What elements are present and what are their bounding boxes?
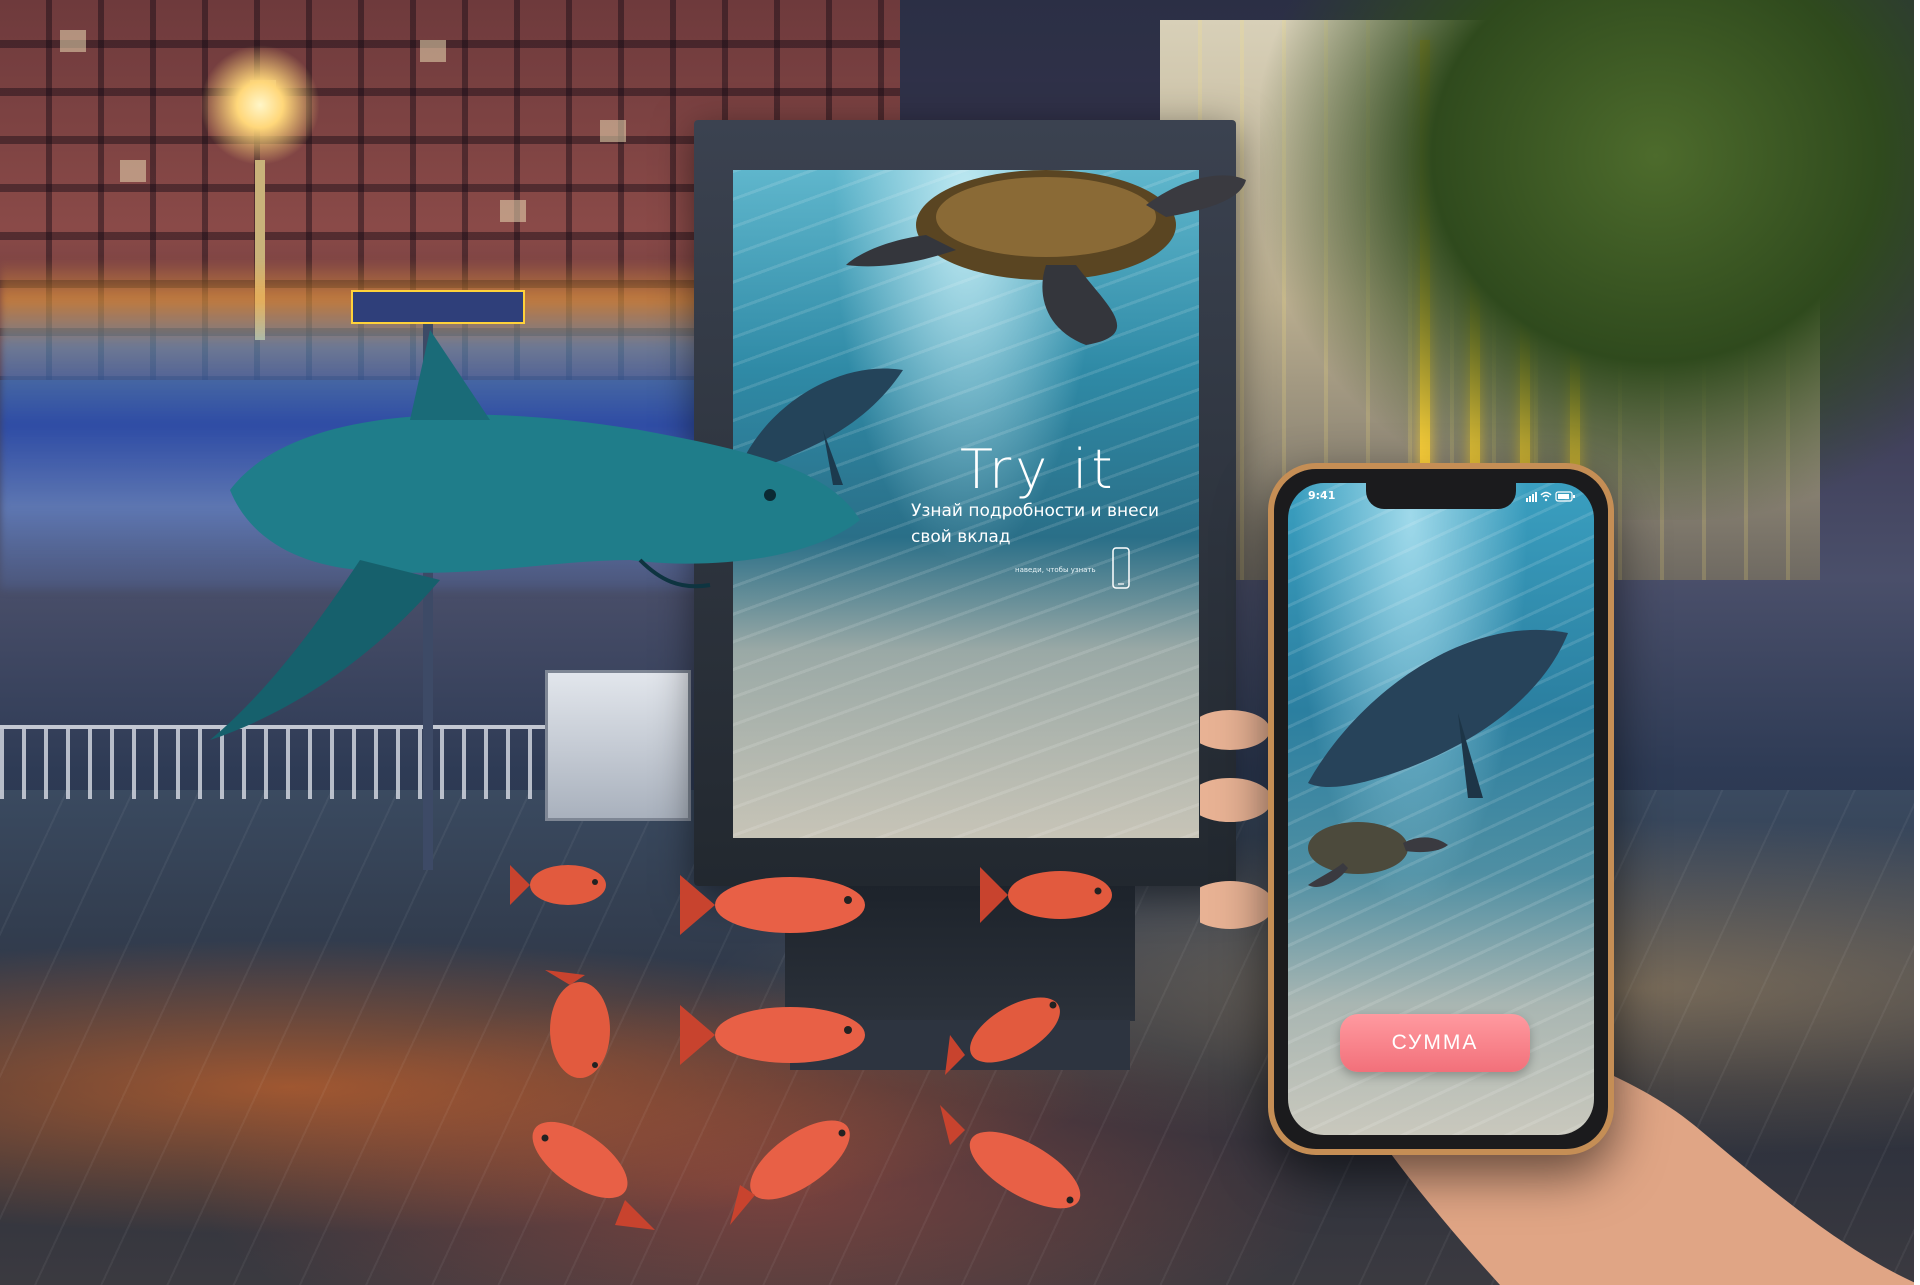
signal-icon [1526,492,1537,502]
phone-screen: 9:41 СУММА [1288,483,1594,1135]
battery-icon [1555,491,1575,502]
whale-illustration [1308,629,1568,798]
red-fish [680,875,865,935]
smartphone: 9:41 СУММА [1268,463,1614,1155]
sea-turtle [1308,822,1448,888]
tree-foliage [1260,0,1920,520]
red-fish [680,1005,865,1065]
red-fish [545,970,610,1078]
poster-subtitle: Узнай подробности и внеси свой вклад [911,501,1159,547]
status-time: 9:41 [1308,489,1336,502]
red-fish [510,865,606,905]
red-fish [940,1105,1081,1209]
phone-outline-icon [1112,547,1130,589]
page-border [1914,0,1920,1285]
sum-button[interactable]: СУММА [1340,1014,1530,1072]
sea-turtle [846,170,1246,345]
poster-hint: наведи, чтобы узнать [1015,566,1096,574]
red-fish [730,1120,850,1225]
red-fish [945,997,1060,1075]
red-fish [532,1121,655,1230]
shark [210,330,860,740]
poster-title: Try it [960,438,1117,501]
status-icons [1526,491,1575,502]
phone-notch [1366,483,1516,509]
ar-advertisement-scene: Try it Узнай подробности и внеси свой вк… [0,0,1920,1285]
red-fish [980,867,1112,923]
wifi-icon [1540,491,1552,502]
